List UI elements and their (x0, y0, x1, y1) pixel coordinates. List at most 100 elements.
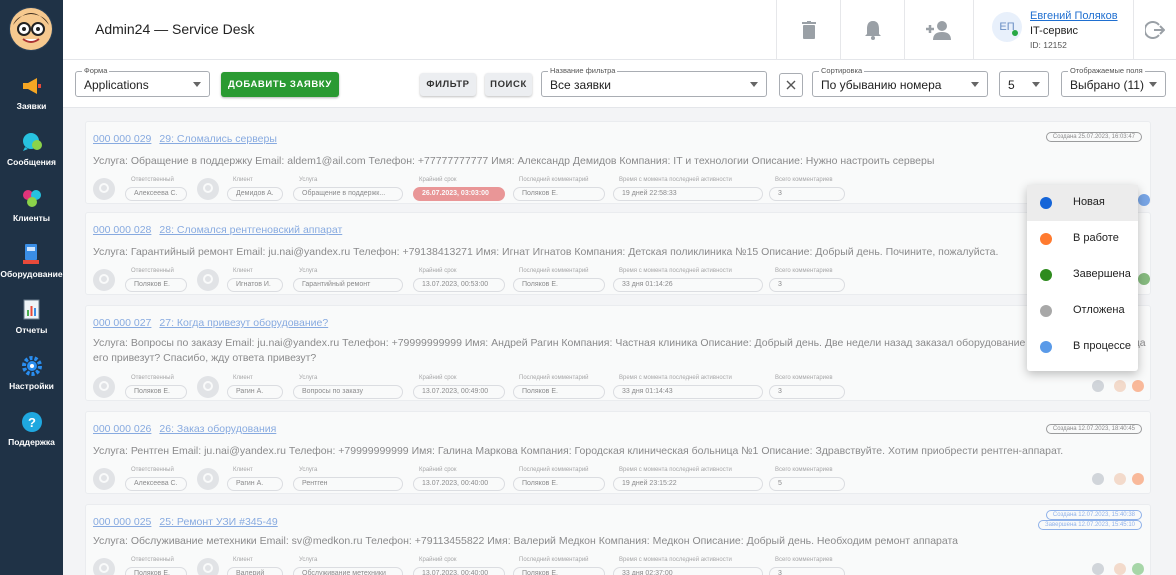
sidebar-item-tickets[interactable]: Заявки (0, 65, 63, 121)
status-dot[interactable] (1138, 273, 1150, 285)
form-select-value: Applications (84, 78, 149, 92)
ticket-description: Услуга: Обращение в поддержку Email: ald… (93, 155, 935, 167)
status-option[interactable]: В процессе (1027, 329, 1138, 365)
sidebar-item-settings[interactable]: Настройки (0, 345, 63, 401)
users-icon (21, 187, 43, 209)
svg-text:?: ? (28, 415, 36, 430)
meta-label: Клиент (233, 557, 253, 563)
meta-value: 3 (769, 385, 845, 399)
clear-filter-button[interactable] (779, 73, 803, 97)
person-icon (93, 178, 115, 200)
logo[interactable] (9, 7, 53, 51)
sort-select[interactable]: Сортировка По убыванию номера (812, 66, 988, 97)
page-size-value: 5 (1008, 78, 1015, 92)
status-option-label: В процессе (1073, 340, 1131, 352)
chat-icon (21, 131, 43, 153)
ticket-link[interactable]: 000 000 029 29: Сломались серверы (93, 133, 285, 145)
meta-value: Вопросы по заказу (293, 385, 403, 399)
status-option[interactable]: Завершена (1027, 257, 1138, 293)
ticket-title[interactable]: 27: Когда привезут оборудование? (159, 317, 328, 329)
avatar[interactable]: ЕП (992, 12, 1022, 42)
form-select-legend: Форма (82, 66, 110, 75)
ticket-number[interactable]: 000 000 028 (93, 224, 151, 236)
sidebar-item-reports[interactable]: Отчеты (0, 289, 63, 345)
filter-name-value: Все заявки (550, 78, 612, 92)
meta-value: Валерий (227, 567, 283, 575)
meta-label: Клиент (233, 177, 253, 183)
ticket-list: 000 000 029 29: Сломались серверы Услуга: … (63, 109, 1176, 575)
ticket-description: Услуга: Обслуживание метехники Email: sv… (93, 535, 959, 547)
ticket-number[interactable]: 000 000 029 (93, 133, 151, 145)
status-option[interactable]: В работе (1027, 221, 1138, 257)
meta-label: Ответственный (131, 557, 174, 563)
ticket-number[interactable]: 000 000 026 (93, 423, 151, 435)
status-option[interactable]: Отложена (1027, 293, 1138, 329)
filter-button[interactable]: ФИЛЬТР (420, 73, 476, 96)
sidebar-item-clients[interactable]: Клиенты (0, 177, 63, 233)
meta-value: 13.07.2023, 00:49:00 (413, 385, 505, 399)
form-select[interactable]: Форма Applications (75, 66, 210, 97)
meta-value: 13.07.2023, 00:40:00 (413, 567, 505, 575)
status-color-dot (1040, 305, 1052, 317)
add-user-button[interactable] (904, 0, 973, 60)
notifications-button[interactable] (840, 0, 904, 60)
status-color-dot (1040, 341, 1052, 353)
counter-badge (1092, 563, 1104, 575)
ticket-card[interactable]: 000 000 029 29: Сломались серверы Услуга: … (85, 121, 1151, 206)
meta-label: Крайний срок (419, 467, 457, 473)
status-dot (1132, 380, 1144, 392)
ticket-title[interactable]: 26: Заказ оборудования (159, 423, 276, 435)
meta-value: Рагин А. (227, 477, 283, 491)
status-option[interactable]: Новая (1027, 185, 1138, 221)
meta-label: Ответственный (131, 467, 174, 473)
created-badge: Создана 12.07.2023, 18:40:45 (1045, 424, 1142, 434)
sidebar-item-label: Поддержка (8, 437, 55, 447)
ticket-meta: Ответственный Поляков Е. Клиент Валерий Услу… (93, 557, 993, 575)
meta-responsible: Ответственный Поляков Е. (125, 557, 227, 575)
ticket-card[interactable]: 000 000 026 26: Заказ оборудования Услуга:… (85, 411, 1151, 494)
ticket-link[interactable]: 000 000 027 27: Когда привезут оборудован… (93, 317, 336, 329)
meta-label: Крайний срок (419, 557, 457, 563)
meta-label: Крайний срок (419, 177, 457, 183)
ticket-number[interactable]: 000 000 025 (93, 516, 151, 528)
ticket-title[interactable]: 29: Сломались серверы (159, 133, 276, 145)
toolbar: Форма Applications ДОБАВИТЬ ЗАЯВКУ ФИЛЬТ… (63, 60, 1176, 108)
meta-label: Время с момента последней активности (619, 268, 732, 274)
ticket-card[interactable]: 000 000 028 28: Сломался рентгеновский ап… (85, 212, 1151, 295)
status-dot[interactable] (1138, 194, 1150, 206)
page-size-select[interactable]: 5 (999, 71, 1049, 97)
add-ticket-button[interactable]: ДОБАВИТЬ ЗАЯВКУ (221, 72, 339, 97)
ticket-link[interactable]: 000 000 026 26: Заказ оборудования (93, 423, 284, 435)
chevron-down-icon (750, 82, 758, 87)
meta-value: Поляков Е. (513, 567, 605, 575)
chevron-down-icon (1149, 82, 1157, 87)
sidebar-item-equipment[interactable]: Оборудование (0, 233, 63, 289)
help-icon: ? (21, 411, 43, 433)
ticket-link[interactable]: 000 000 028 28: Сломался рентгеновский ап… (93, 224, 350, 236)
ticket-title[interactable]: 25: Ремонт УЗИ #345-49 (159, 516, 277, 528)
ticket-meta: Ответственный Поляков Е. Клиент Рагин А. Усл… (93, 375, 993, 400)
meta-label: Клиент (233, 467, 253, 473)
sidebar-item-support[interactable]: ? Поддержка (0, 401, 63, 457)
user-name-link[interactable]: Евгений Поляков (1030, 10, 1118, 22)
ticket-number[interactable]: 000 000 027 (93, 317, 151, 329)
online-status-dot (1012, 30, 1018, 36)
fields-value: Выбрано (11) (1070, 78, 1144, 92)
report-icon (21, 299, 43, 321)
ticket-card[interactable]: 000 000 025 25: Ремонт УЗИ #345-49 Услуга:… (85, 504, 1151, 575)
sidebar-item-messages[interactable]: Сообщения (0, 121, 63, 177)
meta-label: Ответственный (131, 268, 174, 274)
ticket-title[interactable]: 28: Сломался рентгеновский аппарат (159, 224, 342, 236)
trash-button[interactable] (776, 0, 840, 60)
fields-legend: Отображаемые поля (1068, 66, 1145, 75)
meta-value: 19 дней 22:58:33 (613, 187, 763, 201)
meta-value: Поляков Е. (513, 278, 605, 292)
filter-name-select[interactable]: Название фильтра Все заявки (541, 66, 767, 97)
ticket-link[interactable]: 000 000 025 25: Ремонт УЗИ #345-49 (93, 516, 286, 528)
fields-select[interactable]: Отображаемые поля Выбрано (11) (1061, 66, 1166, 97)
search-button[interactable]: ПОИСК (485, 73, 532, 96)
logout-button[interactable] (1133, 0, 1176, 60)
meta-value: Алексеева С. (125, 187, 187, 201)
sidebar-item-label: Настройки (9, 381, 54, 391)
ticket-card[interactable]: 000 000 027 27: Когда привезут оборудован… (85, 305, 1151, 401)
